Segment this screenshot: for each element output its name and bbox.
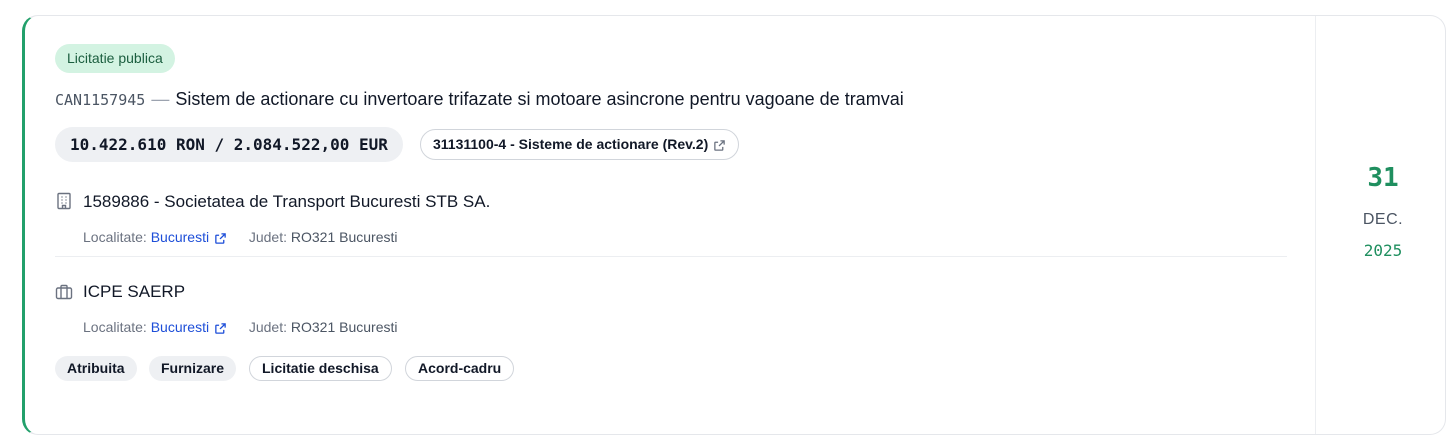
tender-card[interactable]: Licitatie publica CAN1157945 — Sistem de a… bbox=[22, 15, 1446, 435]
authority-name: 1589886 - Societatea de Transport Bucure… bbox=[83, 192, 491, 211]
supplier-name: ICPE SAERP bbox=[83, 282, 186, 301]
authority-meta: Localitate: Bucuresti Judet: RO321 Bucur… bbox=[83, 229, 398, 245]
tag-framework[interactable]: Acord-cadru bbox=[405, 356, 515, 381]
notice-title-row[interactable]: CAN1157945 — Sistem de actionare cu invert… bbox=[55, 89, 904, 110]
notice-code: CAN1157945 bbox=[55, 91, 146, 109]
supplier-locality-link[interactable]: Bucuresti bbox=[151, 319, 209, 335]
notice-title: Sistem de actionare cu invertoare trifaz… bbox=[175, 89, 904, 109]
status-badge: Licitatie publica bbox=[55, 44, 175, 73]
building-icon bbox=[57, 192, 71, 210]
tag-procedure[interactable]: Licitatie deschisa bbox=[249, 356, 392, 381]
external-link-icon bbox=[714, 140, 726, 151]
date-column: 31 DEC. 2025 bbox=[1315, 16, 1450, 434]
divider bbox=[55, 256, 1287, 257]
tag-status[interactable]: Atribuita bbox=[55, 356, 137, 381]
title-separator: — bbox=[151, 89, 170, 109]
cpv-link[interactable]: 31131100-4 - Sisteme de actionare (Rev.2… bbox=[420, 129, 740, 160]
briefcase-icon bbox=[55, 284, 73, 300]
county-label: Judet: bbox=[248, 319, 287, 335]
external-link-icon[interactable] bbox=[214, 322, 227, 335]
external-link-icon[interactable] bbox=[214, 232, 227, 245]
locality-label: Localitate: bbox=[83, 229, 147, 245]
price-pill: 10.422.610 RON / 2.084.522,00 EUR bbox=[55, 127, 403, 162]
authority-county: RO321 Bucuresti bbox=[290, 229, 398, 245]
county-label: Judet: bbox=[248, 229, 287, 245]
cpv-label: 31131100-4 - Sisteme de actionare (Rev.2… bbox=[433, 136, 709, 152]
authority-locality-link[interactable]: Bucuresti bbox=[151, 229, 209, 245]
tag-type[interactable]: Furnizare bbox=[149, 356, 237, 381]
date-day: 31 bbox=[1367, 163, 1399, 193]
locality-label: Localitate: bbox=[83, 319, 147, 335]
supplier-county: RO321 Bucuresti bbox=[290, 319, 398, 335]
date-month: DEC. bbox=[1362, 211, 1404, 228]
supplier-meta: Localitate: Bucuresti Judet: RO321 Bucur… bbox=[83, 319, 398, 335]
date-year: 2025 bbox=[1363, 241, 1403, 260]
